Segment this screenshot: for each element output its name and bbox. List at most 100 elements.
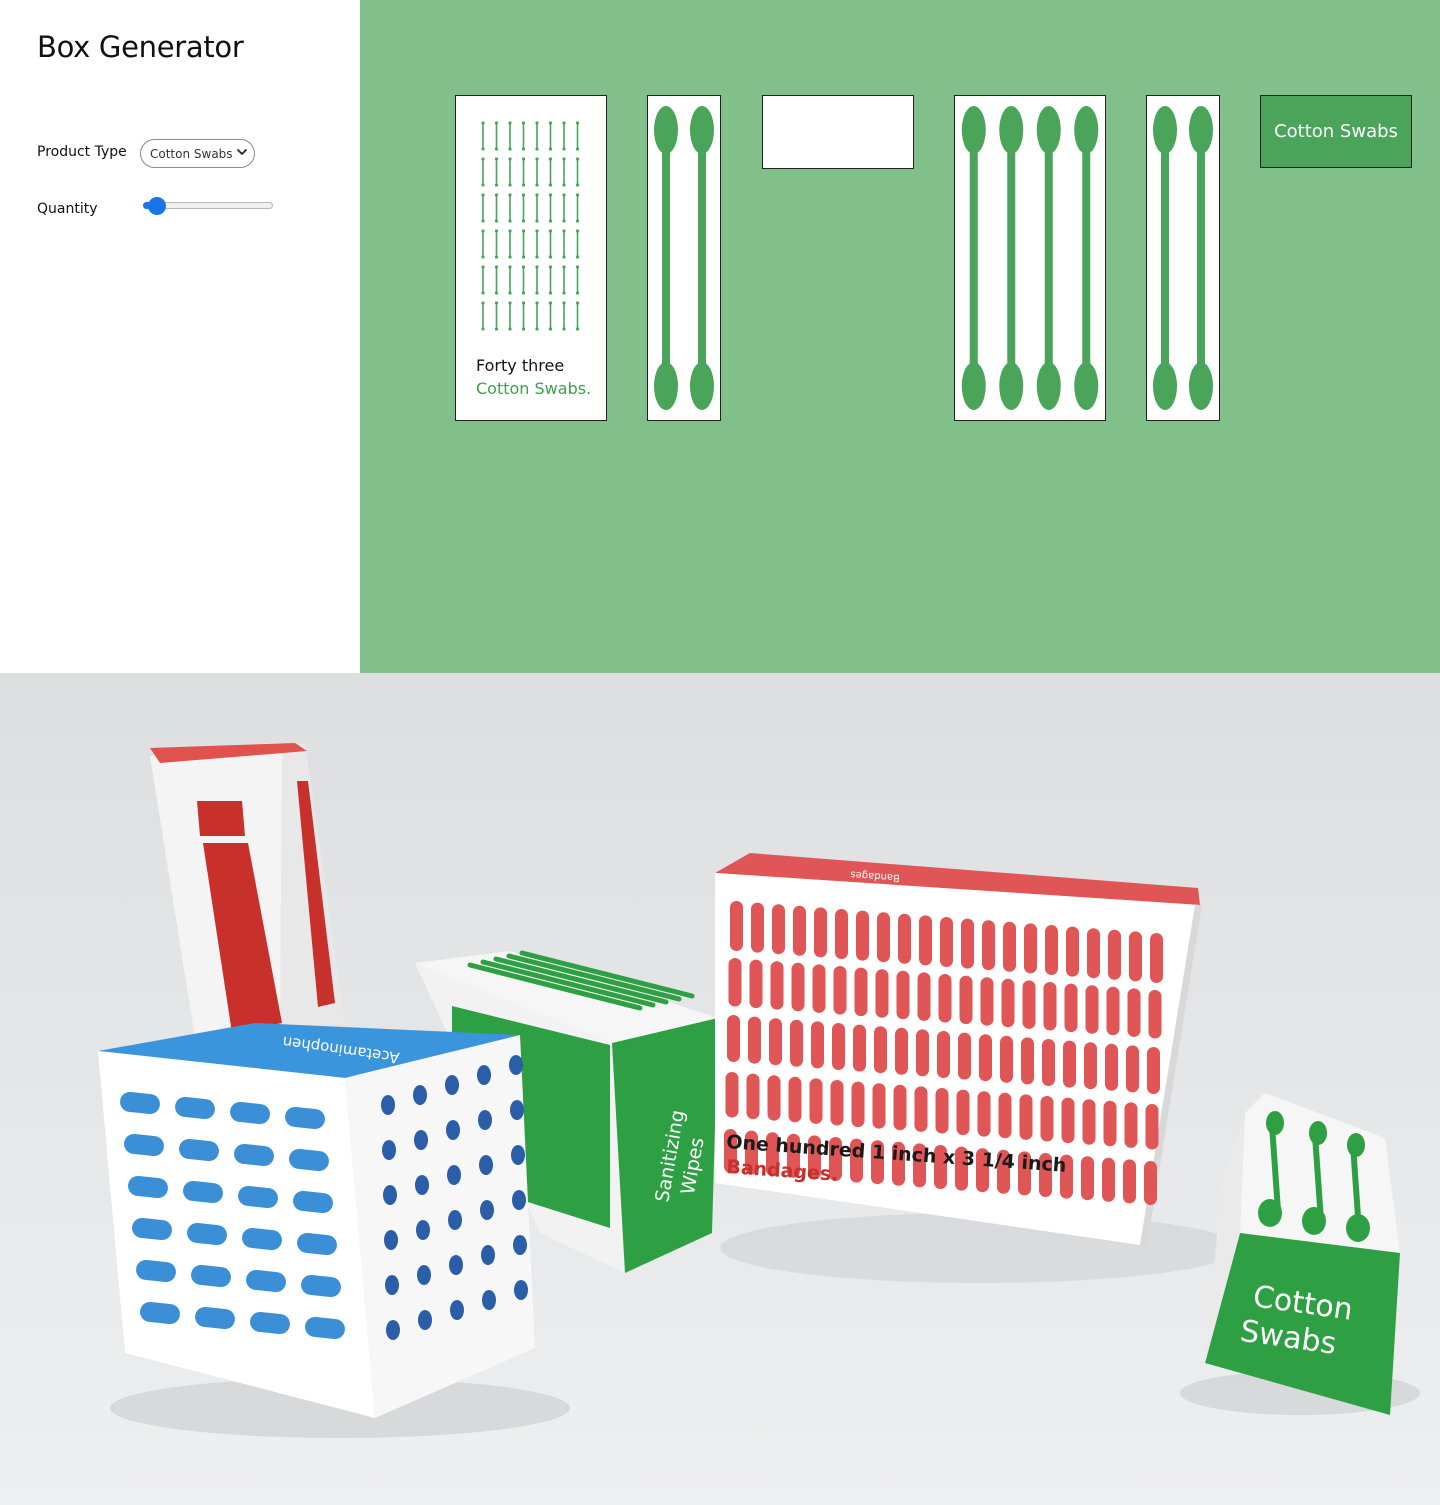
swab-stick [662, 136, 670, 376]
mini-swab-tip [481, 193, 485, 197]
bandage-strip [979, 1034, 992, 1082]
mini-swab-tip [508, 121, 512, 125]
mini-swab-tip [535, 301, 539, 305]
box-side-panel-left [647, 95, 721, 421]
pill-dot [480, 1200, 494, 1220]
mini-swab-tip [481, 291, 485, 295]
mini-swab-tip [548, 291, 553, 295]
mini-swab-tip [535, 327, 539, 331]
mini-swab-tip [521, 229, 526, 233]
mini-swab-tip [548, 301, 553, 305]
mini-swab-tip [575, 265, 580, 269]
swab-stick [1161, 136, 1169, 376]
bandage-strip [1106, 986, 1120, 1036]
bandage-strip [793, 905, 806, 956]
mini-swab-tip [494, 157, 499, 161]
mini-swab-tip [562, 291, 566, 295]
mini-swab-tip [521, 147, 526, 151]
bandage-strip [1042, 1039, 1055, 1086]
mini-swab-tip [575, 183, 580, 187]
swab-illustration [961, 106, 1099, 410]
bandage-strip [1082, 1099, 1096, 1145]
mini-swab-tip [575, 219, 580, 223]
product-type-select[interactable]: Cotton Swabs [140, 139, 255, 168]
mini-swab-tip [521, 301, 526, 305]
mini-swab-tip [575, 291, 580, 295]
mini-swab-tip [494, 219, 499, 223]
bandage-strip [1124, 1102, 1138, 1148]
quantity-slider-thumb[interactable] [148, 197, 167, 215]
mini-swab-tip [508, 301, 512, 305]
pill-dot [418, 1310, 432, 1330]
mini-swab-tip [535, 157, 539, 161]
mini-swab-tip [535, 183, 539, 187]
pill-dot [477, 1065, 491, 1085]
mini-swab-tip [562, 147, 566, 151]
pill-box: Acetaminophen [98, 1023, 535, 1418]
swab-stick [1007, 136, 1016, 376]
swab-stick [1197, 136, 1205, 376]
pill-dot [413, 1085, 427, 1105]
mini-swab-tip [481, 301, 485, 305]
swab-stick [969, 136, 978, 376]
bandage-strip [1040, 1096, 1054, 1142]
bandage-strip [1003, 921, 1016, 972]
swab-head-bottom [1189, 362, 1213, 410]
box-side-panel-right [1146, 95, 1220, 421]
mini-swab-tip [575, 255, 580, 259]
mini-swab-tip [508, 193, 512, 197]
bandage-strip [856, 910, 869, 961]
bandage-strip [895, 1027, 908, 1075]
pill-dot [482, 1290, 496, 1310]
photo-illustration: Sanitizing Wipes Acetaminophen Bandages … [0, 673, 1440, 1505]
bandage-strip [893, 1084, 907, 1131]
mini-swab-tip [521, 193, 526, 197]
pill-dot [509, 1055, 523, 1075]
pill-dot [445, 1075, 459, 1095]
bandage-strip [772, 904, 785, 955]
bandage-strip [959, 975, 973, 1025]
mini-swab-tip [575, 157, 580, 161]
bandage-strip [938, 974, 952, 1023]
app-title: Box Generator [37, 30, 244, 64]
bandage-strip [1066, 926, 1079, 977]
bandage-strip [1081, 1156, 1094, 1201]
bandage-strip [833, 966, 847, 1015]
mini-swab-tip [548, 121, 553, 125]
bandage-strip [898, 913, 911, 964]
swab-head-bottom [1153, 362, 1177, 410]
pill-dot [416, 1220, 430, 1240]
mini-swab-tip [535, 219, 539, 223]
swab [961, 106, 986, 410]
bandage-strip [832, 1023, 845, 1070]
pill-dot [415, 1175, 429, 1195]
quantity-slider[interactable] [143, 197, 273, 215]
pill-dot [481, 1245, 495, 1265]
bandage-strip [751, 902, 764, 953]
bandage-box: Bandages One hundred 1 inch x 3 1/4 inch… [715, 853, 1202, 1246]
swab-stick [1082, 136, 1091, 376]
mini-swab-tip [548, 193, 553, 197]
product-photo: Sanitizing Wipes Acetaminophen Bandages … [0, 673, 1440, 1505]
pill-dot [414, 1130, 428, 1150]
swab-head-bottom [961, 362, 986, 410]
bandage-strip [1000, 1035, 1013, 1083]
bandage-strip [961, 918, 974, 969]
front-panel-text: Forty three Cotton Swabs. [476, 354, 591, 400]
bandage-strip [872, 1083, 886, 1129]
bandage-strip [1001, 978, 1015, 1028]
mini-swab-tip [521, 219, 526, 223]
quantity-label: Quantity [37, 201, 98, 217]
mini-swab-tip [535, 265, 539, 269]
pill-dot [511, 1145, 525, 1165]
mini-swab-tip [508, 183, 512, 187]
mini-swab-tip [481, 157, 485, 161]
bandage-strip [770, 961, 784, 1010]
swab-illustration [654, 106, 714, 410]
bandage-strip [982, 920, 995, 971]
mini-swab-tip [562, 219, 566, 223]
mini-swab-tip [548, 265, 553, 269]
mini-swab-tip [548, 219, 553, 223]
swab-stick [698, 136, 706, 376]
mini-swab-tip [494, 291, 499, 295]
